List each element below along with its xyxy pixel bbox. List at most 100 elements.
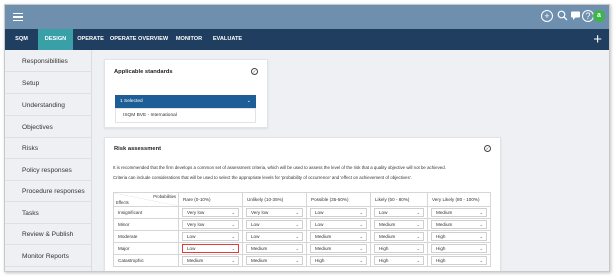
- top-bar: + ? a: [5, 5, 609, 29]
- risk-level-select[interactable]: High ⌄: [310, 256, 367, 265]
- sidebar-item-responsibilities[interactable]: Responsibilities: [5, 52, 92, 72]
- sidebar-item-setup[interactable]: Setup: [5, 74, 92, 94]
- sidebar-item-objectives[interactable]: Objectives: [5, 118, 92, 138]
- risk-level-value: Very low: [187, 210, 205, 215]
- nav-tab-monitor[interactable]: MONITOR: [170, 29, 208, 50]
- risk-assessment-card: Risk assessment ✓ It is recommended that…: [104, 137, 501, 271]
- column-header: Possible (35-50%): [306, 192, 371, 207]
- risk-level-value: High: [379, 258, 389, 263]
- standards-select[interactable]: 1 Selected ⌄: [115, 95, 256, 108]
- chevron-down-icon: ⌄: [359, 210, 363, 215]
- sidebar-item-procedure-responses[interactable]: Procedure responses: [5, 182, 92, 202]
- risk-level-select[interactable]: Low ⌄: [182, 232, 239, 241]
- effects-label: Effects: [116, 200, 129, 205]
- add-circle-icon[interactable]: +: [541, 10, 553, 22]
- table-row: Moderate Low ⌄ Low ⌄ Medium ⌄ Medium ⌄ High ⌄: [113, 230, 491, 243]
- nav-tab-evaluate[interactable]: EVALUATE: [208, 29, 247, 50]
- risk-level-select[interactable]: Low ⌄: [310, 208, 367, 217]
- risk-level-select[interactable]: High ⌄: [374, 244, 424, 253]
- risk-level-value: Very low: [251, 210, 269, 215]
- risk-level-value: Low: [187, 234, 196, 239]
- risk-level-select[interactable]: Very low ⌄: [182, 208, 239, 217]
- risk-description-2: Criteria can include considerations that…: [113, 175, 412, 180]
- chevron-down-icon: ⌄: [479, 258, 483, 263]
- risk-level-value: Low: [251, 222, 260, 227]
- risk-level-select[interactable]: High ⌄: [431, 244, 487, 253]
- check-circle-icon: ✓: [484, 145, 491, 152]
- chevron-down-icon: ⌄: [479, 246, 483, 251]
- risk-level-select[interactable]: Low ⌄: [374, 208, 424, 217]
- nav-tab-design[interactable]: DESIGN: [38, 29, 73, 50]
- column-header: Very Likely (80 - 100%): [427, 192, 491, 207]
- add-icon[interactable]: +: [593, 32, 602, 47]
- table-row: Minor Very low ⌄ Low ⌄ Low ⌄ Medium ⌄ Medium…: [113, 218, 491, 231]
- chat-icon[interactable]: [569, 10, 581, 22]
- chevron-down-icon: ⌄: [359, 258, 363, 263]
- risk-level-select[interactable]: High ⌄: [431, 256, 487, 265]
- risk-level-value: Medium: [315, 234, 332, 239]
- nav-tab-sqm[interactable]: SQM: [5, 29, 38, 50]
- risk-level-value: Medium: [379, 234, 396, 239]
- chevron-down-icon: ⌄: [359, 222, 363, 227]
- risk-level-select[interactable]: High ⌄: [374, 256, 424, 265]
- risk-level-select[interactable]: Low ⌄: [310, 220, 367, 229]
- standards-option[interactable]: ISQM BVE - International: [115, 108, 256, 123]
- chevron-down-icon: ⌄: [231, 234, 235, 239]
- sidebar-item-review-publish[interactable]: Review & Publish: [5, 225, 92, 245]
- chevron-down-icon: ⌄: [231, 258, 235, 263]
- risk-level-value: Medium: [379, 222, 396, 227]
- main-content: Applicable standards ✓ 1 Selected ⌄ ISQM…: [92, 50, 609, 271]
- chevron-down-icon: ⌄: [479, 210, 483, 215]
- risk-level-select[interactable]: Medium ⌄: [431, 220, 487, 229]
- chevron-down-icon: ⌄: [416, 246, 420, 251]
- search-icon[interactable]: [556, 10, 568, 22]
- row-label: Minor: [113, 218, 179, 231]
- risk-level-select[interactable]: Very low ⌄: [182, 220, 239, 229]
- risk-level-select-highlighted[interactable]: Low ⌄: [182, 244, 239, 253]
- sidebar-item-policy-responses[interactable]: Policy responses: [5, 161, 92, 181]
- risk-level-select[interactable]: High ⌄: [431, 232, 487, 241]
- risk-level-value: Medium: [251, 246, 268, 251]
- sidebar-item-risks[interactable]: Risks: [5, 139, 92, 159]
- risk-level-value: Low: [187, 246, 196, 251]
- risk-level-select[interactable]: Medium ⌄: [246, 256, 303, 265]
- chevron-down-icon: ⌄: [479, 222, 483, 227]
- risk-level-select[interactable]: Low ⌄: [246, 232, 303, 241]
- risk-level-select[interactable]: Very low ⌄: [246, 208, 303, 217]
- risk-level-select[interactable]: Medium ⌄: [431, 208, 487, 217]
- chevron-down-icon: ⌄: [416, 234, 420, 239]
- row-label: Catastrophic: [113, 254, 179, 267]
- risk-level-value: Medium: [315, 246, 332, 251]
- chevron-down-icon: ⌄: [479, 234, 483, 239]
- chevron-down-icon: ⌄: [231, 222, 235, 227]
- risk-level-select[interactable]: Medium ⌄: [310, 232, 367, 241]
- chevron-down-icon: ⌄: [295, 246, 299, 251]
- risk-description-1: It is recommended that the firm develops…: [113, 165, 446, 170]
- risk-level-select[interactable]: Medium ⌄: [310, 244, 367, 253]
- risk-level-select[interactable]: Medium ⌄: [374, 232, 424, 241]
- nav-tab-operate-overview[interactable]: OPERATE OVERVIEW: [108, 29, 170, 50]
- table-row: Major Low ⌄ Medium ⌄ Medium ⌄ High ⌄ High ⌄: [113, 242, 491, 255]
- chevron-down-icon: ⌄: [295, 258, 299, 263]
- chevron-down-icon: ⌄: [416, 210, 420, 215]
- risk-level-value: High: [436, 234, 446, 239]
- risk-level-value: High: [379, 246, 389, 251]
- sidebar-item-monitor-reports[interactable]: Monitor Reports: [5, 247, 92, 267]
- table-row: Catastrophic Medium ⌄ Medium ⌄ High ⌄ High ⌄…: [113, 254, 491, 267]
- chevron-down-icon: ⌄: [295, 234, 299, 239]
- user-avatar[interactable]: a: [593, 10, 605, 22]
- chevron-down-icon: ⌄: [359, 234, 363, 239]
- risk-level-select[interactable]: Medium ⌄: [374, 220, 424, 229]
- nav-tab-operate[interactable]: OPERATE: [73, 29, 108, 50]
- risk-level-select[interactable]: Low ⌄: [246, 220, 303, 229]
- menu-icon[interactable]: [13, 13, 23, 23]
- risk-level-value: Very low: [187, 222, 205, 227]
- risk-level-value: Medium: [436, 222, 453, 227]
- table-row: Insignificant Very low ⌄ Very low ⌄ Low ⌄ L…: [113, 206, 491, 219]
- sidebar-item-tasks[interactable]: Tasks: [5, 204, 92, 224]
- sidebar-item-understanding[interactable]: Understanding: [5, 96, 92, 116]
- risk-level-value: Low: [251, 234, 260, 239]
- main-nav: SQM DESIGN OPERATE OPERATE OVERVIEW MONI…: [5, 29, 609, 50]
- risk-level-select[interactable]: Medium ⌄: [182, 256, 239, 265]
- risk-level-select[interactable]: Medium ⌄: [246, 244, 303, 253]
